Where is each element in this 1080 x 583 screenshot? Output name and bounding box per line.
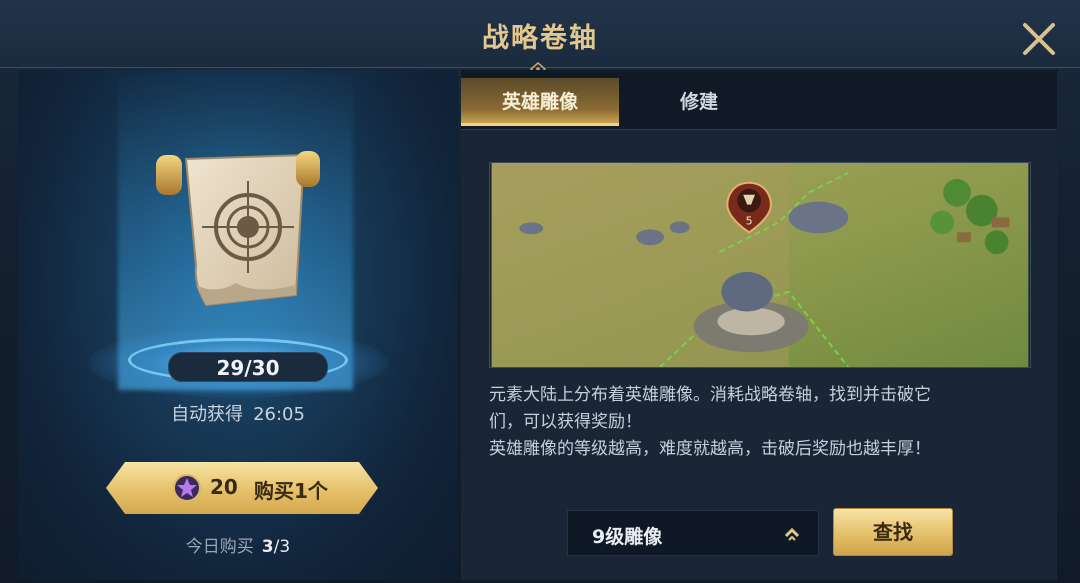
info-panel: 英雄雕像 修建 5 元素大陆上分布着英雄雕像。消耗战略卷轴，找到并击破它 们，可… [461, 70, 1057, 580]
find-button[interactable]: 查找 [833, 508, 953, 556]
auto-gain-timer: 26:05 [253, 404, 305, 425]
buy-one-button[interactable]: 20 购买1个 [106, 462, 378, 514]
buy-label: 购买1个 [254, 479, 328, 503]
buy-price: 20 [210, 475, 238, 499]
scroll-count: 29/30 [168, 352, 328, 382]
description-line-3: 英雄雕像的等级越高，难度就越高，击破后奖励也越丰厚！ [489, 439, 931, 459]
item-panel: 29/30 自动获得 26:05 20 购买1个 今日购买 3/3 [18, 70, 458, 580]
buy-button-background [106, 462, 378, 514]
map-preview-image: 5 [489, 162, 1031, 368]
auto-gain-row: 自动获得 26:05 [18, 400, 458, 426]
auto-gain-label: 自动获得 [171, 404, 244, 425]
tab-hero-statue[interactable]: 英雄雕像 [461, 78, 619, 126]
daily-purchase-used: 3 [261, 537, 274, 557]
strategy-scroll-dialog: 战略卷轴 29/30 自动获得 26:05 20 购买1个 今日购买 3/3 英… [0, 0, 1080, 583]
description-line-2: 们，可以获得奖励！ [489, 412, 642, 432]
tab-build[interactable]: 修建 [639, 78, 759, 126]
strategy-scroll-icon [156, 151, 320, 307]
daily-purchase-label: 今日购买 [185, 537, 254, 557]
purple-gem-icon [173, 474, 201, 502]
daily-purchase-row: 今日购买 3/3 [18, 532, 458, 557]
close-icon[interactable] [1016, 16, 1062, 62]
title-bar: 战略卷轴 [0, 0, 1080, 76]
dialog-title: 战略卷轴 [482, 23, 598, 54]
statue-marker-level: 5 [746, 214, 753, 227]
tab-bar: 英雄雕像 修建 [461, 70, 1057, 130]
daily-purchase-total: /3 [273, 537, 291, 557]
description: 元素大陆上分布着英雄雕像。消耗战略卷轴，找到并击破它 们，可以获得奖励！ 英雄雕… [489, 382, 1029, 463]
chevron-up-icon [784, 527, 800, 541]
description-line-1: 元素大陆上分布着英雄雕像。消耗战略卷轴，找到并击破它 [489, 385, 931, 405]
statue-level-value: 9级雕像 [592, 526, 663, 548]
statue-level-select[interactable]: 9级雕像 [567, 510, 819, 556]
